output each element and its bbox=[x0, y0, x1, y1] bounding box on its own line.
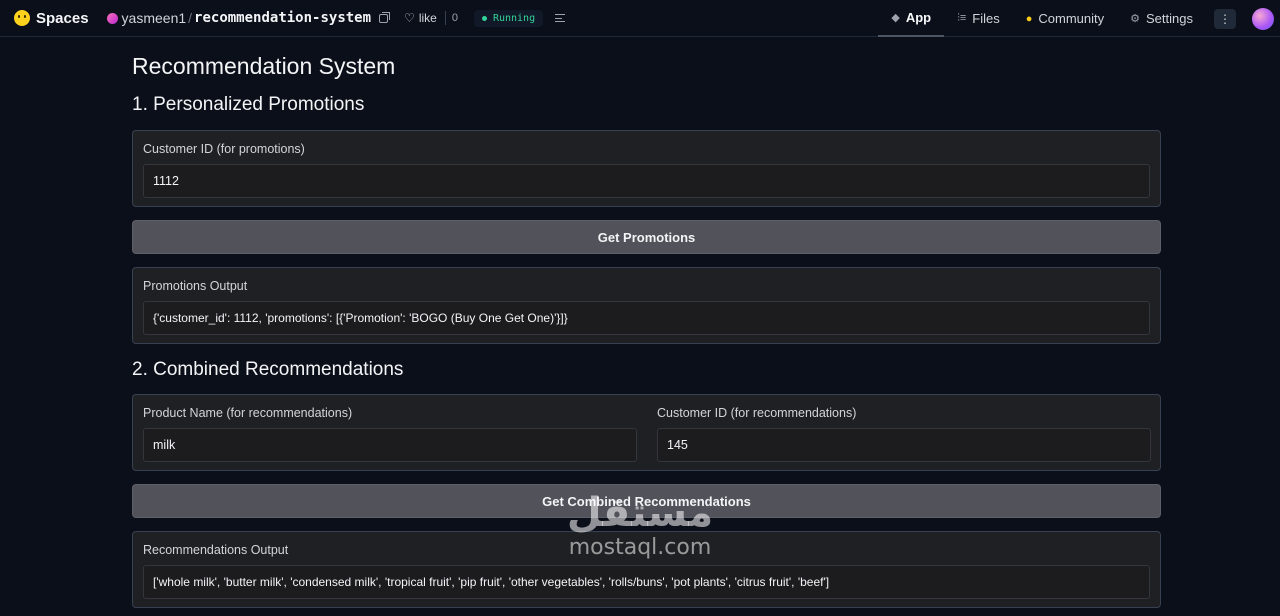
promotions-output-label: Promotions Output bbox=[143, 279, 248, 293]
status-badge: Running bbox=[473, 9, 544, 27]
tab-settings-label: Settings bbox=[1146, 11, 1193, 26]
promotions-output: {'customer_id': 1112, 'promotions': [{'P… bbox=[143, 301, 1150, 335]
status-label: Running bbox=[492, 12, 536, 24]
recommendations-inputs-block: Product Name (for recommendations) Custo… bbox=[132, 394, 1161, 471]
section-promotions-title: 1. Personalized Promotions bbox=[132, 94, 365, 115]
community-icon: ● bbox=[1025, 12, 1033, 25]
tab-files-label: Files bbox=[972, 11, 1000, 26]
recommendations-output-block: Recommendations Output ['whole milk', 'b… bbox=[132, 531, 1161, 608]
tab-app[interactable]: ◆ App bbox=[878, 0, 945, 37]
breadcrumb: yasmeen1 / recommendation-system bbox=[106, 10, 391, 26]
recommendations-output: ['whole milk', 'butter milk', 'condensed… bbox=[143, 565, 1150, 599]
more-options-button[interactable]: ⋮ bbox=[1214, 8, 1236, 29]
gear-icon: ⚙ bbox=[1130, 13, 1141, 25]
cube-icon: ◆ bbox=[891, 12, 900, 24]
space-nav: ◆ App ⫶≡ Files ● Community ⚙ Settings ⋮ bbox=[878, 0, 1280, 37]
get-promotions-button[interactable]: Get Promotions bbox=[132, 220, 1161, 254]
hugging-face-logo-icon bbox=[14, 10, 30, 26]
promotions-customer-input[interactable] bbox=[143, 164, 1150, 198]
owner-avatar bbox=[106, 12, 118, 24]
brand-label: Spaces bbox=[36, 9, 89, 27]
files-icon: ⫶≡ bbox=[957, 12, 967, 24]
app-content: Recommendation System 1. Personalized Pr… bbox=[0, 37, 1280, 616]
like-label: like bbox=[418, 11, 437, 25]
tab-files[interactable]: ⫶≡ Files bbox=[944, 0, 1013, 37]
tab-community[interactable]: ● Community bbox=[1013, 0, 1117, 37]
page-title: Recommendation System bbox=[132, 53, 396, 79]
spaces-brand[interactable]: Spaces bbox=[14, 10, 89, 27]
repo-link[interactable]: recommendation-system bbox=[194, 10, 371, 26]
tab-app-label: App bbox=[905, 10, 932, 25]
breadcrumb-separator: / bbox=[188, 10, 193, 26]
promotions-customer-block: Customer ID (for promotions) bbox=[132, 130, 1161, 207]
promotions-customer-label: Customer ID (for promotions) bbox=[143, 142, 305, 156]
tab-community-label: Community bbox=[1038, 11, 1105, 26]
top-bar: Spaces yasmeen1 / recommendation-system … bbox=[0, 0, 1280, 37]
logs-menu-icon[interactable] bbox=[555, 14, 566, 22]
product-name-input[interactable] bbox=[143, 428, 637, 462]
status-dot-icon bbox=[481, 15, 487, 21]
heart-icon: ♡ bbox=[404, 11, 415, 25]
get-combined-recommendations-button[interactable]: Get Combined Recommendations bbox=[132, 484, 1161, 518]
recommendations-output-label: Recommendations Output bbox=[143, 543, 289, 557]
like-button[interactable]: ♡ like 0 bbox=[404, 11, 464, 25]
recommendations-customer-label: Customer ID (for recommendations) bbox=[657, 406, 857, 420]
recommendations-customer-input[interactable] bbox=[657, 428, 1151, 462]
owner-link[interactable]: yasmeen1 bbox=[122, 10, 187, 26]
tab-settings[interactable]: ⚙ Settings bbox=[1117, 0, 1206, 37]
section-recommendations-title: 2. Combined Recommendations bbox=[132, 359, 404, 380]
copy-icon[interactable] bbox=[379, 11, 391, 23]
like-count: 0 bbox=[444, 11, 464, 25]
product-name-label: Product Name (for recommendations) bbox=[143, 406, 353, 420]
promotions-output-block: Promotions Output {'customer_id': 1112, … bbox=[132, 267, 1161, 344]
user-avatar[interactable] bbox=[1252, 7, 1274, 30]
